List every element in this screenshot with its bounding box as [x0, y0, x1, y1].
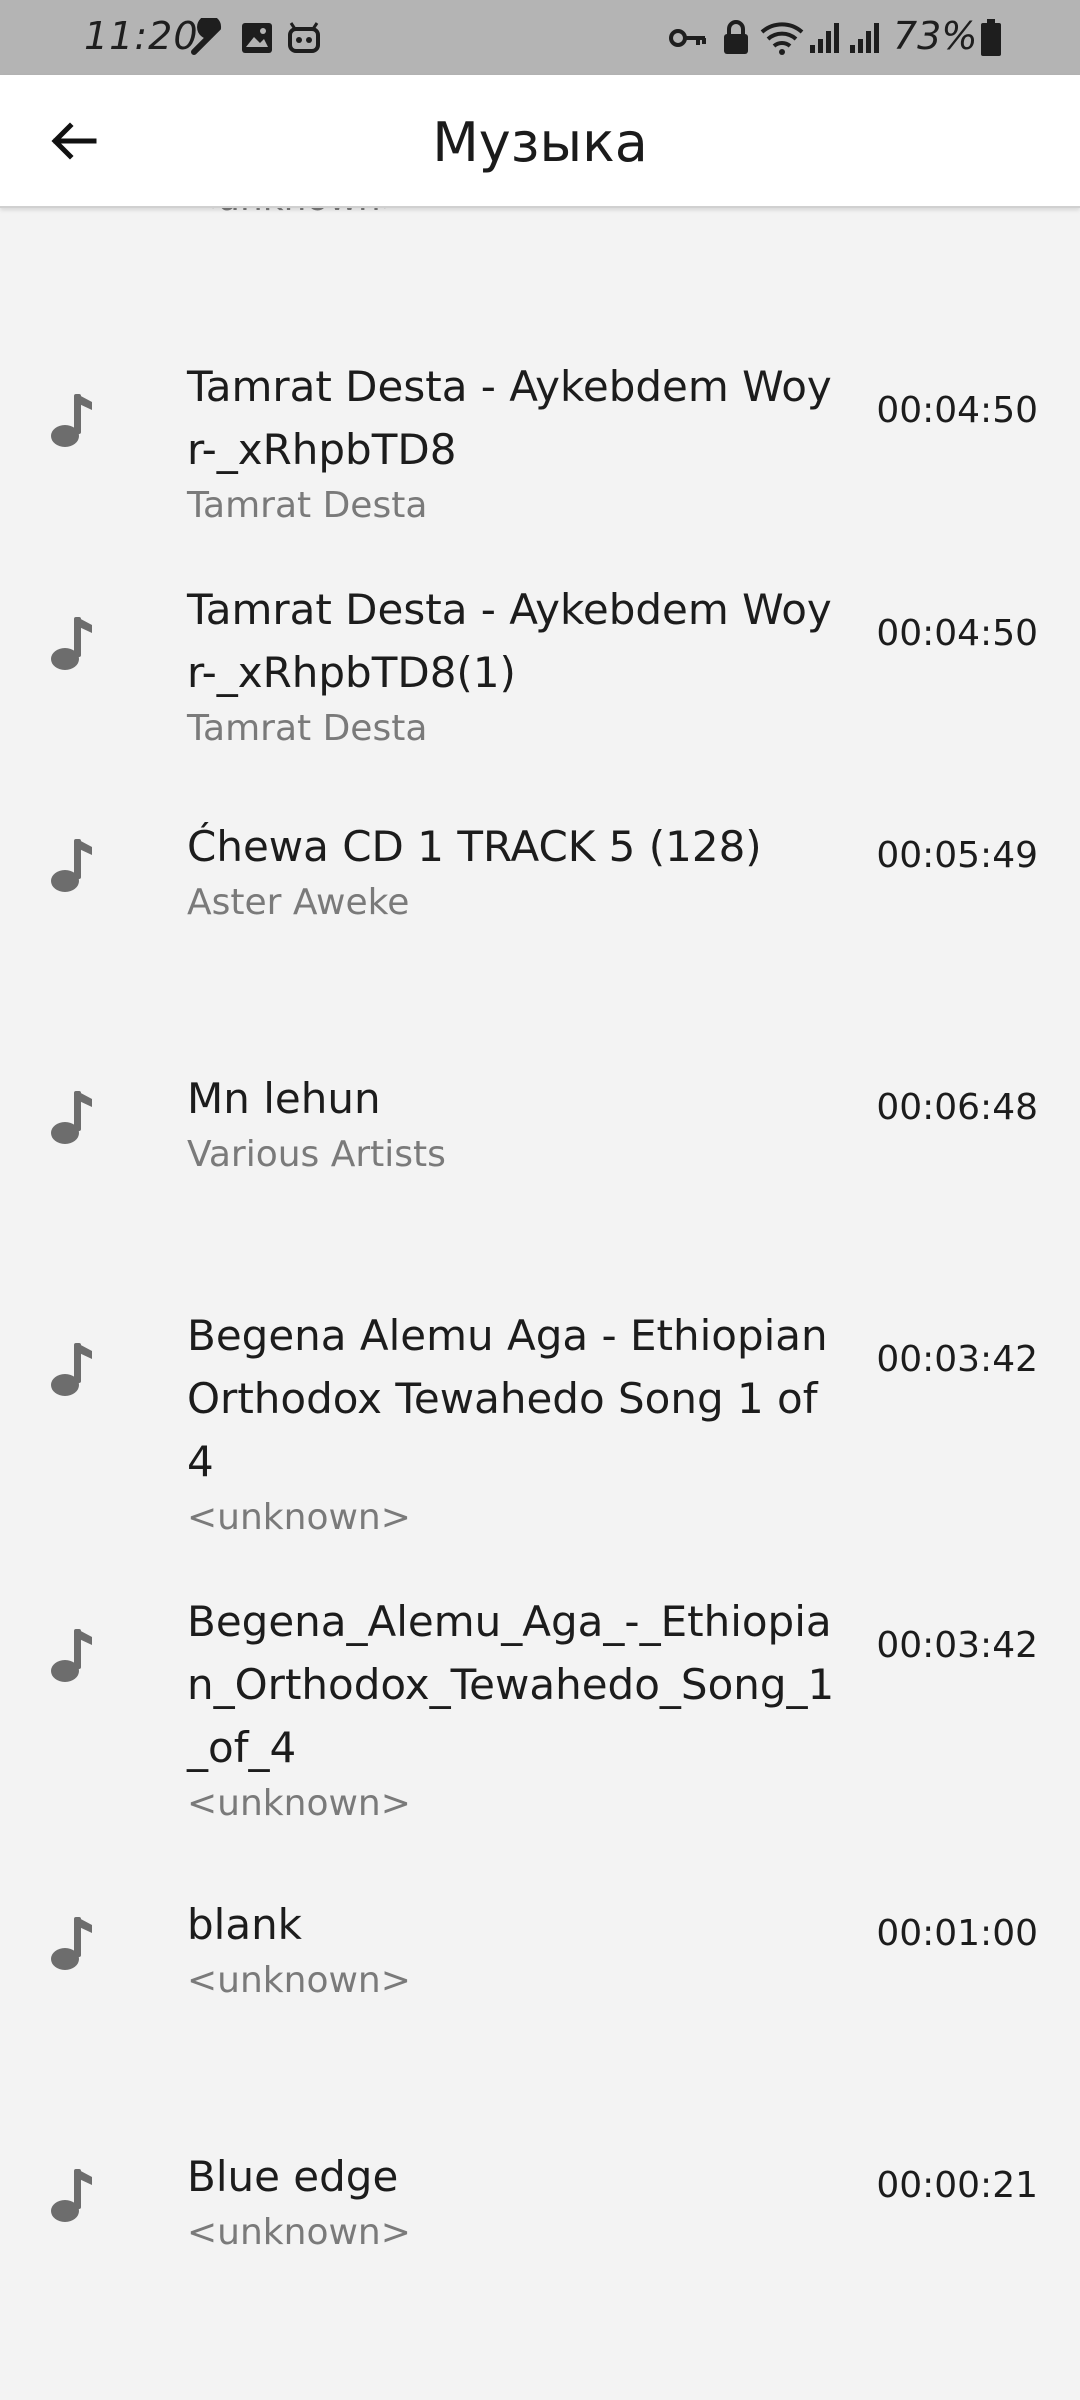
track-title: Begena_Alemu_Aga_-_Ethiopian_Orthodox_Te… — [187, 1597, 835, 1772]
signal-icon — [848, 18, 882, 58]
track-artist: Aster Aweke — [187, 882, 410, 923]
wifi-icon — [760, 18, 804, 58]
music-note-icon — [51, 394, 92, 447]
music-note-icon — [51, 617, 92, 670]
signal-icon — [808, 18, 842, 58]
lock-icon — [722, 18, 750, 58]
key-icon — [668, 18, 708, 58]
track-artist: <unknown> — [187, 1960, 411, 2001]
track-duration: 00:06:48 — [876, 1087, 1038, 1128]
status-bar: 11:20 73% — [0, 0, 1080, 75]
image-icon — [240, 18, 274, 58]
track-artist: Tamrat Desta — [187, 485, 428, 526]
track-list[interactable]: <unknown> Tamrat Desta - Aykebdem Woy r-… — [0, 0, 1080, 2400]
battery-percent: 73% — [893, 14, 978, 58]
track-title: Ćhewa CD 1 TRACK 5 (128) — [187, 822, 762, 871]
track-duration: 00:05:49 — [876, 835, 1038, 876]
music-note-icon — [51, 839, 92, 892]
track-duration: 00:03:42 — [876, 1339, 1038, 1380]
status-time: 11:20 — [84, 14, 199, 58]
track-title: Tamrat Desta - Aykebdem Woy r-_xRhpbTD8(… — [187, 585, 832, 697]
track-title: blank — [187, 1900, 303, 1949]
music-note-icon — [51, 1917, 92, 1970]
track-duration: 00:04:50 — [876, 390, 1038, 431]
track-title: Tamrat Desta - Aykebdem Woy r-_xRhpbTD8 — [187, 362, 832, 474]
app-bar: Музыка — [0, 75, 1080, 208]
tool-icon — [188, 18, 228, 58]
track-artist: Tamrat Desta — [187, 708, 428, 749]
track-title: Mn lehun — [187, 1074, 381, 1123]
music-note-icon — [51, 1343, 92, 1396]
track-duration: 00:03:42 — [876, 1625, 1038, 1666]
battery-icon — [980, 18, 1002, 58]
track-artist: <unknown> — [187, 1783, 411, 1824]
track-duration: 00:04:50 — [876, 613, 1038, 654]
track-duration: 00:00:21 — [876, 2165, 1038, 2206]
music-note-icon — [51, 2169, 92, 2222]
music-note-icon — [51, 1629, 92, 1682]
robot-icon — [287, 18, 321, 58]
music-note-icon — [51, 1091, 92, 1144]
track-duration: 00:01:00 — [876, 1913, 1038, 1954]
track-artist: <unknown> — [187, 1497, 411, 1538]
page-title: Музыка — [432, 111, 648, 174]
track-artist: <unknown> — [187, 2212, 411, 2253]
track-title: Blue edge — [187, 2152, 399, 2201]
track-artist: Various Artists — [187, 1134, 446, 1175]
track-title: Begena Alemu Aga - Ethiopian Orthodox Te… — [187, 1311, 828, 1486]
